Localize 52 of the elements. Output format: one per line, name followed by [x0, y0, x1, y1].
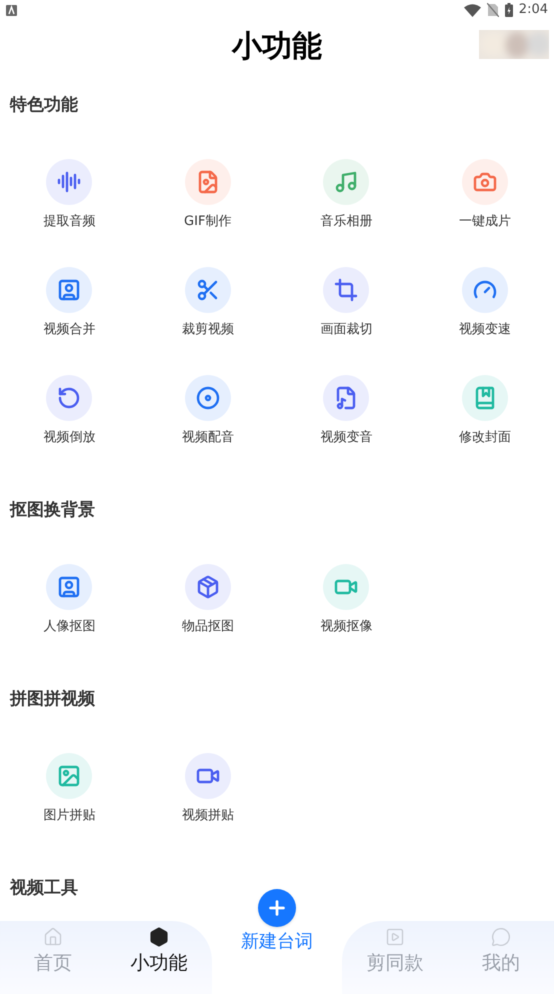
- tool-tile[interactable]: 视频变速: [458, 267, 511, 375]
- notification-icon: [6, 4, 17, 16]
- tool-label: 物品抠图: [182, 618, 234, 636]
- tool-label: 音乐相册: [320, 213, 372, 231]
- crop-play-icon: [385, 927, 405, 947]
- tool-tile[interactable]: 物品抠图: [182, 564, 234, 672]
- tool-label: 图片拼贴: [43, 807, 96, 825]
- create-button[interactable]: 新建台词: [241, 889, 313, 953]
- create-label: 新建台词: [241, 931, 313, 953]
- tool-tile[interactable]: 人像抠图: [43, 564, 96, 672]
- tool-label: 视频变音: [320, 429, 372, 447]
- nav-tab[interactable]: 小功能: [106, 921, 212, 994]
- status-time: 2:04: [518, 1, 548, 20]
- tool-tile[interactable]: 视频倒放: [43, 375, 96, 483]
- plus-icon: [266, 897, 288, 919]
- tool-label: 视频变速: [458, 321, 511, 339]
- tool-label: GIF制作: [184, 213, 232, 231]
- section-title: 抠图换背景: [8, 499, 96, 522]
- section-title: 特色功能: [8, 94, 79, 117]
- tool-tile[interactable]: GIF制作: [184, 159, 232, 267]
- tool-tile[interactable]: 提取音频: [43, 159, 96, 267]
- tool-label: 画面裁切: [320, 321, 372, 339]
- tool-label: 人像抠图: [43, 618, 96, 636]
- tool-tile[interactable]: 画面裁切: [320, 267, 372, 375]
- no-sim-icon: [486, 3, 499, 17]
- tool-label: 视频拼贴: [182, 807, 234, 825]
- tool-tile[interactable]: 视频抠像: [320, 564, 372, 672]
- tool-tile[interactable]: 视频变音: [320, 375, 372, 483]
- page-title: 小功能: [232, 28, 322, 66]
- tool-label: 视频合并: [43, 321, 96, 339]
- tool-tile[interactable]: 视频配音: [182, 375, 234, 483]
- tool-tile[interactable]: 裁剪视频: [182, 267, 234, 375]
- tool-label: 视频倒放: [43, 429, 96, 447]
- tool-tile[interactable]: 修改封面: [458, 375, 511, 483]
- tool-tile[interactable]: 音乐相册: [320, 159, 372, 267]
- home-icon: [43, 927, 63, 947]
- section-title: 视频工具: [8, 877, 79, 900]
- section-title: 拼图拼视频: [8, 688, 96, 711]
- tool-tile[interactable]: 视频合并: [43, 267, 96, 375]
- tool-tile[interactable]: 视频拼贴: [182, 753, 234, 861]
- tool-label: 视频配音: [182, 429, 234, 447]
- wifi-icon: [464, 4, 481, 16]
- tool-label: 提取音频: [43, 213, 96, 231]
- tool-tile[interactable]: 图片拼贴: [43, 753, 96, 861]
- tool-label: 修改封面: [458, 429, 511, 447]
- tool-label: 一键成片: [458, 213, 511, 231]
- tool-label: 视频抠像: [320, 618, 372, 636]
- cube-icon: [149, 927, 169, 947]
- chat-icon: [491, 927, 511, 947]
- tool-label: 裁剪视频: [182, 321, 234, 339]
- tool-tile[interactable]: 一键成片: [458, 159, 511, 267]
- battery-charging-icon: [504, 3, 513, 17]
